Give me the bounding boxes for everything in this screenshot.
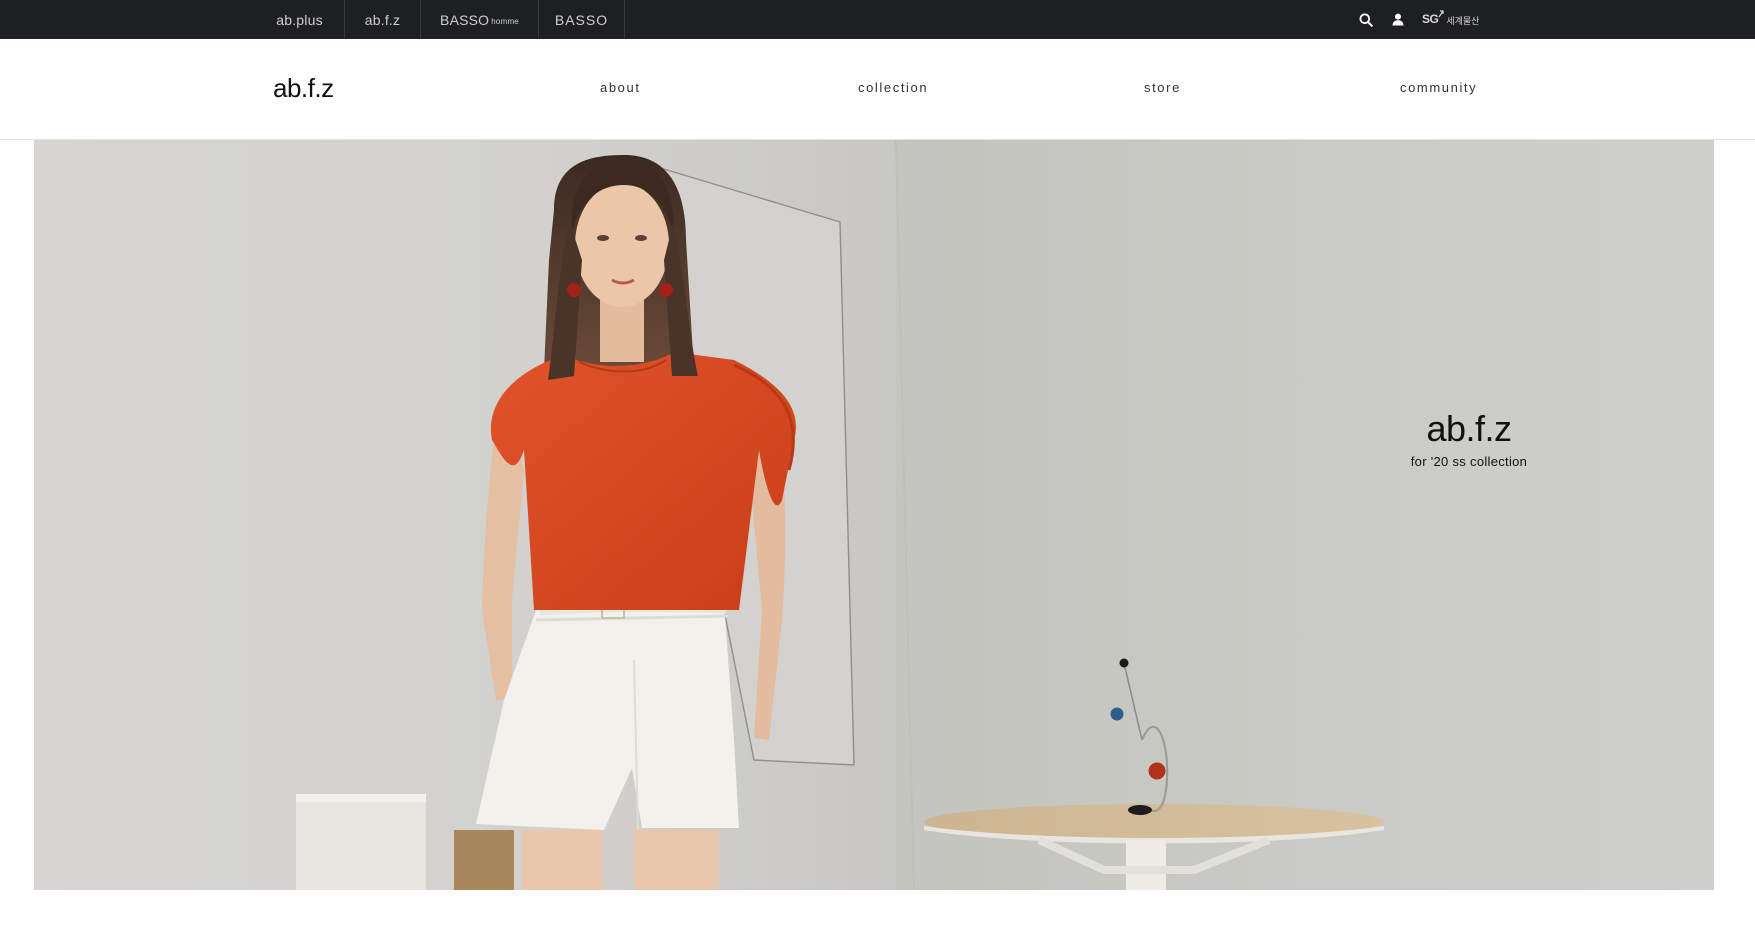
main-header: ab.f.z about collection store community xyxy=(0,39,1755,140)
brand-tab-abfz[interactable]: ab.f.z xyxy=(345,0,421,39)
sg-logo-main: SG xyxy=(1422,12,1439,26)
search-icon[interactable] xyxy=(1350,0,1382,39)
sg-logo-sub: 세계물산 xyxy=(1446,16,1480,26)
brand-tab-label: BASSO xyxy=(440,11,490,28)
nav-about[interactable]: about xyxy=(600,80,641,95)
nav-community[interactable]: community xyxy=(1400,80,1477,95)
hero-caption: ab.f.z for '20 ss collection xyxy=(1374,408,1564,469)
brand-tab-label: ab.plus xyxy=(276,11,323,28)
sg-partner-logo[interactable]: SG 세계물산 xyxy=(1422,10,1480,27)
user-icon[interactable] xyxy=(1382,0,1414,39)
brand-tab-label: ab.f.z xyxy=(364,11,401,28)
brand-tab-basso-homme[interactable]: BASSO homme xyxy=(421,0,539,39)
hero-photo xyxy=(296,140,1714,890)
brand-tab-abplus[interactable]: ab.plus xyxy=(255,0,345,39)
nav-collection[interactable]: collection xyxy=(858,80,928,95)
brand-tab-label: BASSO xyxy=(554,11,609,28)
brand-tab-suffix: homme xyxy=(491,17,519,26)
brand-tabs: ab.plus ab.f.z BASSO homme BASSO xyxy=(255,0,625,39)
brand-bar: ab.plus ab.f.z BASSO homme BASSO SG 세계물산 xyxy=(0,0,1755,39)
site-logo[interactable]: ab.f.z xyxy=(273,73,334,104)
utility-links: SG 세계물산 xyxy=(1350,0,1479,39)
arrow-icon xyxy=(1438,10,1444,18)
hero-banner[interactable]: ab.f.z for '20 ss collection xyxy=(34,140,1714,890)
nav-store[interactable]: store xyxy=(1144,80,1181,95)
brand-tab-basso[interactable]: BASSO xyxy=(539,0,625,39)
hero-subtitle: for '20 ss collection xyxy=(1410,454,1528,469)
hero-title: ab.f.z xyxy=(1426,408,1512,449)
